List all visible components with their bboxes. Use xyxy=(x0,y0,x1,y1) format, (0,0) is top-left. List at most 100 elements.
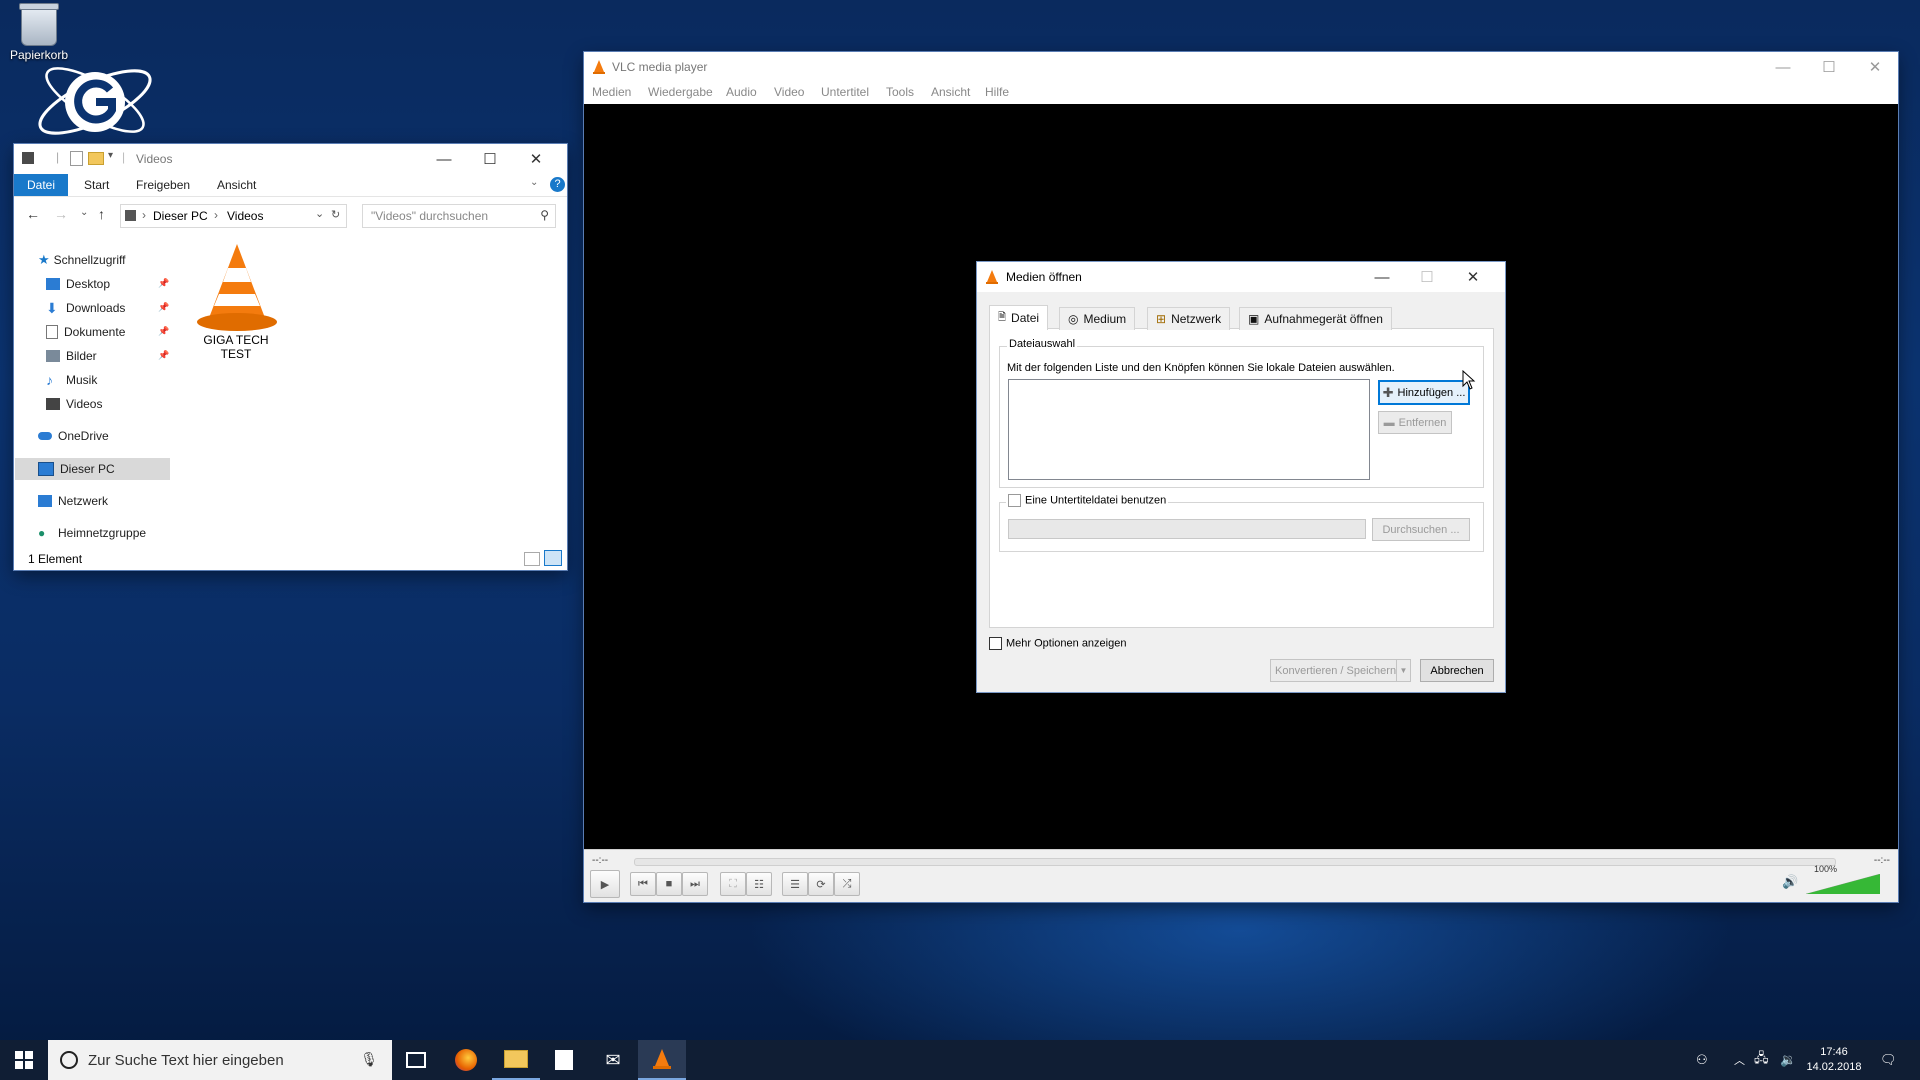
store-button[interactable] xyxy=(540,1040,588,1080)
tab-ansicht[interactable]: Ansicht xyxy=(217,174,256,196)
tab-datei[interactable]: Datei xyxy=(14,174,68,196)
file-item[interactable]: GIGA TECH TEST xyxy=(194,240,278,361)
task-view-button[interactable] xyxy=(392,1040,440,1080)
start-button[interactable] xyxy=(0,1040,48,1080)
sidebar-item-bilder[interactable]: Bilder xyxy=(46,346,97,366)
minimize-button[interactable]: — xyxy=(1359,262,1405,292)
browse-button[interactable]: Durchsuchen ... xyxy=(1372,518,1470,541)
tab-medium[interactable]: ◎ Medium xyxy=(1059,307,1136,330)
previous-button[interactable]: ⏮ xyxy=(630,872,656,896)
breadcrumb-videos[interactable]: Videos xyxy=(227,209,263,223)
microphone-icon[interactable]: 🎙 xyxy=(360,1051,378,1068)
vlc-menubar: Medien Wiedergabe Audio Video Untertitel… xyxy=(584,82,1898,104)
search-icon[interactable]: ⚲ xyxy=(540,208,549,222)
shuffle-button[interactable]: ⤮ xyxy=(834,872,860,896)
playlist-button[interactable]: ☰ xyxy=(782,872,808,896)
up-icon[interactable]: ↑ xyxy=(98,206,105,222)
remove-button[interactable]: ▬ Entfernen xyxy=(1378,411,1452,434)
sidebar-item-onedrive[interactable]: OneDrive xyxy=(38,426,109,446)
mail-button[interactable]: ✉ xyxy=(589,1040,637,1080)
menu-wiedergabe[interactable]: Wiedergabe xyxy=(648,85,713,99)
search-input[interactable]: "Videos" durchsuchen ⚲ xyxy=(362,204,556,228)
firefox-button[interactable] xyxy=(442,1040,490,1080)
qat-dropdown-icon[interactable]: ▾ xyxy=(108,150,113,161)
tab-start[interactable]: Start xyxy=(84,174,109,196)
close-button[interactable]: ✕ xyxy=(513,144,559,174)
volume-label: 100% xyxy=(1814,864,1838,874)
sidebar-item-netzwerk[interactable]: Netzwerk xyxy=(38,491,108,511)
people-icon[interactable]: ⚇ xyxy=(1696,1040,1708,1080)
sidebar-item-heimnetzgruppe[interactable]: ● Heimnetzgruppe xyxy=(38,523,146,543)
refresh-icon[interactable]: ↻ xyxy=(331,208,340,221)
menu-video[interactable]: Video xyxy=(774,85,804,99)
file-explorer-button[interactable] xyxy=(492,1040,540,1080)
minimize-button[interactable]: — xyxy=(421,144,467,174)
large-icons-view-icon[interactable] xyxy=(544,550,562,566)
new-folder-icon[interactable] xyxy=(88,152,104,165)
clock[interactable]: 17:46 14.02.2018 xyxy=(1806,1040,1862,1080)
tab-netzwerk[interactable]: ⊞ Netzwerk xyxy=(1147,307,1231,330)
menu-hilfe[interactable]: Hilfe xyxy=(985,85,1009,99)
convert-save-button[interactable]: Konvertieren / Speichern xyxy=(1270,659,1400,682)
tab-freigeben[interactable]: Freigeben xyxy=(136,174,190,196)
sidebar-item-desktop[interactable]: Desktop xyxy=(46,274,110,294)
tab-aufnahmegeraet[interactable]: ▣ Aufnahmegerät öffnen xyxy=(1239,307,1392,330)
stop-button[interactable]: ■ xyxy=(656,872,682,896)
sidebar-item-dieser-pc[interactable]: Dieser PC xyxy=(38,459,115,479)
add-button[interactable]: ✚ Hinzufügen ... xyxy=(1378,380,1470,405)
sidebar-item-videos[interactable]: Videos xyxy=(46,394,102,414)
maximize-button[interactable]: ☐ xyxy=(1806,52,1852,82)
details-view-icon[interactable] xyxy=(524,552,540,566)
fullscreen-button[interactable]: ⛶ xyxy=(720,872,746,896)
maximize-button[interactable]: ☐ xyxy=(1404,262,1450,292)
breadcrumb-dieser-pc[interactable]: Dieser PC xyxy=(153,209,208,223)
more-options-checkbox[interactable]: Mehr Optionen anzeigen xyxy=(989,637,1126,650)
subtitle-checkbox[interactable]: Eine Untertiteldatei benutzen xyxy=(1006,494,1169,507)
speaker-icon[interactable]: 🔊 xyxy=(1782,874,1798,890)
menu-untertitel[interactable]: Untertitel xyxy=(821,85,869,99)
play-button[interactable]: ▶ xyxy=(590,870,620,898)
subtitle-path-input[interactable] xyxy=(1008,519,1366,539)
convert-dropdown-button[interactable]: ▼ xyxy=(1396,659,1411,682)
menu-audio[interactable]: Audio xyxy=(726,85,757,99)
recent-locations-icon[interactable]: ⌄ xyxy=(80,207,88,218)
network-tray-icon[interactable]: 🖧 xyxy=(1754,1040,1769,1080)
close-button[interactable]: ✕ xyxy=(1852,52,1898,82)
menu-tools[interactable]: Tools xyxy=(886,85,914,99)
forward-icon[interactable]: → xyxy=(54,206,68,222)
sidebar-item-downloads[interactable]: ⬇ Downloads xyxy=(46,298,125,318)
close-button[interactable]: ✕ xyxy=(1450,262,1496,292)
seek-bar[interactable] xyxy=(634,858,1836,866)
plus-icon: ✚ xyxy=(1382,384,1394,400)
volume-slider[interactable] xyxy=(1806,874,1880,894)
menu-ansicht[interactable]: Ansicht xyxy=(931,85,970,99)
help-icon[interactable]: ? xyxy=(550,177,565,192)
expand-ribbon-icon[interactable]: ⌄ xyxy=(530,177,538,188)
address-dropdown-icon[interactable]: ⌄ xyxy=(315,207,324,220)
vlc-controls: --:-- --:-- ▶ ⏮ ■ ⏭ ⛶ ☷ ☰ ⟳ ⤮ 🔊 100% xyxy=(584,849,1898,902)
sidebar-item-musik[interactable]: ♪ Musik xyxy=(46,370,97,390)
back-icon[interactable]: ← xyxy=(26,206,40,222)
volume-tray-icon[interactable]: 🔉 xyxy=(1780,1040,1796,1080)
action-center-icon[interactable]: 🗨 xyxy=(1880,1040,1897,1080)
minimize-button[interactable]: — xyxy=(1760,52,1806,82)
next-button[interactable]: ⏭ xyxy=(682,872,708,896)
taskbar-search-input[interactable]: Zur Suche Text hier eingeben 🎙 xyxy=(48,1040,392,1080)
disc-icon: ◎ xyxy=(1068,312,1079,326)
pin-icon: 📌 xyxy=(158,278,170,288)
loop-button[interactable]: ⟳ xyxy=(808,872,834,896)
file-list[interactable] xyxy=(1008,379,1370,480)
show-hidden-icons[interactable]: ︿ xyxy=(1734,1040,1745,1080)
properties-icon[interactable] xyxy=(70,151,83,166)
cancel-button[interactable]: Abbrechen xyxy=(1420,659,1494,682)
vlc-titlebar: VLC media player — ☐ ✕ xyxy=(584,52,1898,82)
video-icon xyxy=(46,398,60,410)
menu-medien[interactable]: Medien xyxy=(592,85,631,99)
address-bar[interactable]: › Dieser PC › Videos ⌄ ↻ xyxy=(120,204,347,228)
tab-datei[interactable]: 🗎 Datei xyxy=(989,305,1049,330)
sidebar-item-schnellzugriff[interactable]: ★ Schnellzugriff xyxy=(38,250,125,270)
vlc-taskbar-button[interactable] xyxy=(638,1040,686,1080)
sidebar-item-dokumente[interactable]: Dokumente xyxy=(46,322,125,342)
maximize-button[interactable]: ☐ xyxy=(467,144,513,174)
extended-settings-button[interactable]: ☷ xyxy=(746,872,772,896)
